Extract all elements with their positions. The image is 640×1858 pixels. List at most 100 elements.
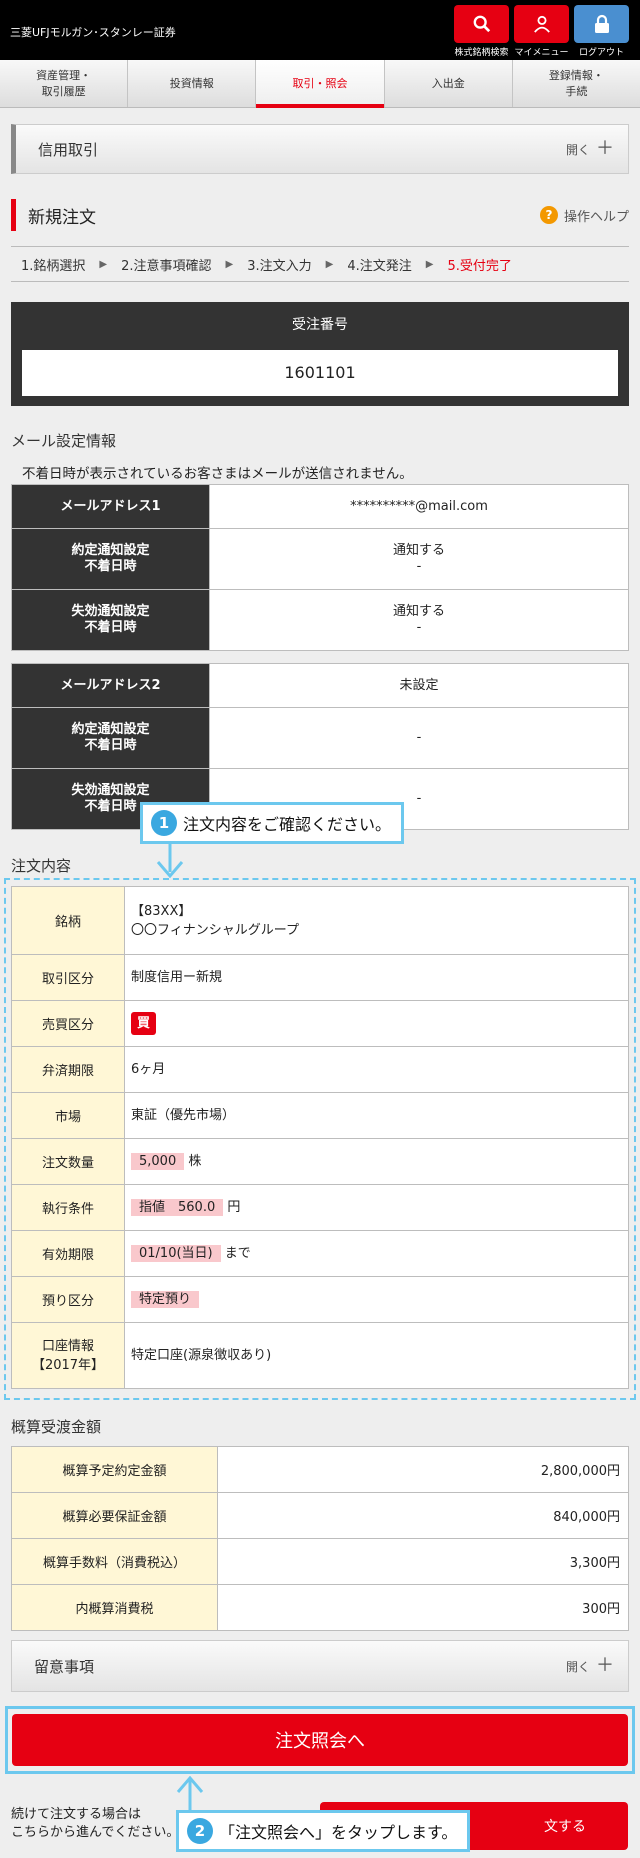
callout-2-badge: 2	[187, 1818, 213, 1844]
qty-value: 5,000	[131, 1153, 185, 1170]
step-3: 3.注文入力	[247, 258, 312, 274]
my-menu-button[interactable]: マイメニュー	[514, 5, 569, 58]
side-cell: 買	[124, 1000, 629, 1047]
stock-value: 【83XX】 〇〇フィナンシャルグループ	[124, 886, 629, 955]
expire-notify-label: 失効通知設定 不着日時	[11, 589, 210, 651]
trade-type-value: 制度信用ー新規	[124, 954, 629, 1001]
order-number-value: 1601101	[22, 350, 618, 396]
mail-settings-note: 不着日時が表示されているお客さまはメールが送信されません。	[22, 466, 413, 482]
nav-investment-info[interactable]: 投資情報	[128, 60, 257, 107]
callout-2: 2 「注文照会へ」をタップします。	[176, 1810, 471, 1852]
market-value: 東証（優先市場）	[124, 1092, 629, 1139]
exec-notify-value: 通知する -	[209, 528, 629, 590]
expiry-suffix: まで	[224, 1246, 251, 1261]
order-number-box: 受注番号 1601101	[11, 302, 629, 406]
stock-name: 〇〇フィナンシャルグループ	[131, 922, 299, 938]
trade-type-label: 取引区分	[11, 954, 125, 1001]
expiry-label: 有効期限	[11, 1230, 125, 1277]
search-icon	[473, 15, 490, 33]
nav-registration[interactable]: 登録情報・ 手続	[513, 60, 640, 107]
step-4: 4.注文発注	[347, 258, 412, 274]
qty-cell: 5,000 株	[124, 1138, 629, 1185]
buy-badge: 買	[131, 1012, 157, 1035]
account-label: 口座情報 【2017年】	[11, 1322, 125, 1389]
page-title: 新規注文	[11, 199, 96, 231]
nav-assets-history[interactable]: 資産管理・ 取引履歴	[0, 60, 129, 107]
expiry-value: 01/10(当日)	[131, 1245, 221, 1262]
amount-value-4: 300円	[217, 1584, 629, 1631]
open-label: 開く	[565, 142, 590, 157]
order-inquiry-button[interactable]: 注文照会へ	[12, 1714, 628, 1766]
expiry-cell: 01/10(当日) まで	[124, 1230, 629, 1277]
lock-icon	[594, 14, 609, 33]
stock-code: 【83XX】	[131, 903, 192, 919]
callout-1-text: 注文内容をご確認ください。	[183, 815, 392, 834]
expire-notify-value: 通知する -	[209, 589, 629, 651]
qty-label: 注文数量	[11, 1138, 125, 1185]
mail-address-1-label: メールアドレス1	[11, 484, 210, 529]
amount-label-3: 概算手数料（消費税込）	[11, 1538, 218, 1585]
notes-open-label: 開く	[565, 1659, 590, 1674]
mail-address-2-label: メールアドレス2	[11, 663, 210, 708]
cond-label: 執行条件	[11, 1184, 125, 1231]
custody-cell: 特定預り	[124, 1276, 629, 1323]
step-arrow-icon: ▶	[325, 258, 334, 270]
section-header: 新規注文 ? 操作ヘルプ	[11, 199, 629, 231]
notes-accordion[interactable]: 留意事項 開く ＋	[11, 1640, 629, 1692]
notes-open[interactable]: 開く ＋	[566, 1657, 614, 1675]
cond-unit: 円	[227, 1200, 241, 1215]
continue-order-note: 続けて注文する場合は こちらから進んでください。	[11, 1807, 180, 1840]
amount-label-1: 概算予定約定金額	[11, 1446, 218, 1493]
step-1: 1.銘柄選択	[21, 258, 86, 274]
order-detail-table: 銘柄 【83XX】 〇〇フィナンシャルグループ 取引区分 制度信用ー新規 売買区…	[11, 886, 629, 1389]
amount-value-3: 3,300円	[217, 1538, 629, 1585]
account-value: 特定口座(源泉徴収あり)	[124, 1322, 629, 1389]
custody-label: 預り区分	[11, 1276, 125, 1323]
plus-icon: ＋	[596, 138, 614, 159]
callout-2-text: 「注文照会へ」をタップします。	[219, 1823, 458, 1842]
exec-notify-label: 約定通知設定 不着日時	[11, 528, 210, 590]
cond-value: 指値 560.0	[131, 1199, 224, 1216]
market-label: 市場	[11, 1092, 125, 1139]
margin-trade-title: 信用取引	[38, 140, 99, 159]
order-detail-title: 注文内容	[11, 857, 72, 875]
stock-search-label: 株式銘柄検索	[454, 48, 509, 58]
margin-trade-open[interactable]: 開く ＋	[566, 140, 614, 158]
step-arrow-icon: ▶	[225, 258, 234, 270]
amount-title: 概算受渡金額	[11, 1418, 102, 1436]
nav-deposit-withdraw[interactable]: 入出金	[385, 60, 513, 107]
step-5-current: 5.受付完了	[447, 258, 512, 274]
mail-settings-title: メール設定情報	[11, 432, 117, 450]
custody-value: 特定預り	[131, 1291, 200, 1308]
step-arrow-icon: ▶	[99, 258, 108, 270]
margin-trade-accordion[interactable]: 信用取引 開く ＋	[11, 124, 629, 174]
logout-label: ログアウト	[578, 48, 624, 58]
amount-label-4: 内概算消費税	[11, 1584, 218, 1631]
order-number-label: 受注番号	[292, 317, 348, 333]
step-2: 2.注意事項確認	[121, 258, 212, 274]
mail-address-2-value: 未設定	[209, 663, 629, 708]
help-icon: ?	[539, 206, 558, 224]
exec-notify-value-2: -	[209, 707, 629, 769]
brand-logo: 三菱UFJモルガン･スタンレー証券	[10, 26, 176, 39]
step-arrow-icon: ▶	[425, 258, 434, 270]
amount-label-2: 概算必要保証金額	[11, 1492, 218, 1539]
logout-button[interactable]: ログアウト	[574, 5, 629, 58]
stock-search-button[interactable]: 株式銘柄検索	[454, 5, 509, 58]
progress-steps: 1.銘柄選択 ▶ 2.注意事項確認 ▶ 3.注文入力 ▶ 4.注文発注 ▶ 5.…	[11, 246, 629, 282]
my-menu-label: マイメニュー	[514, 48, 569, 58]
help-label: 操作ヘルプ	[563, 209, 629, 225]
nav-trade-inquiry[interactable]: 取引・照会	[256, 60, 385, 108]
cond-cell: 指値 560.0 円	[124, 1184, 629, 1231]
term-label: 弁済期限	[11, 1046, 125, 1093]
operation-help-link[interactable]: ? 操作ヘルプ	[539, 206, 629, 225]
callout-1-badge: 1	[151, 810, 177, 836]
amount-value-1: 2,800,000円	[217, 1446, 629, 1493]
exec-notify-label-2: 約定通知設定 不着日時	[11, 707, 210, 769]
user-icon	[533, 15, 550, 33]
side-label: 売買区分	[11, 1000, 125, 1047]
term-value: 6ヶ月	[124, 1046, 629, 1093]
mail-address-1-value: **********@mail.com	[209, 484, 629, 529]
stock-label: 銘柄	[11, 886, 125, 955]
header: 三菱UFJモルガン･スタンレー証券 株式銘柄検索 マイメニュー ログアウト	[0, 0, 640, 60]
